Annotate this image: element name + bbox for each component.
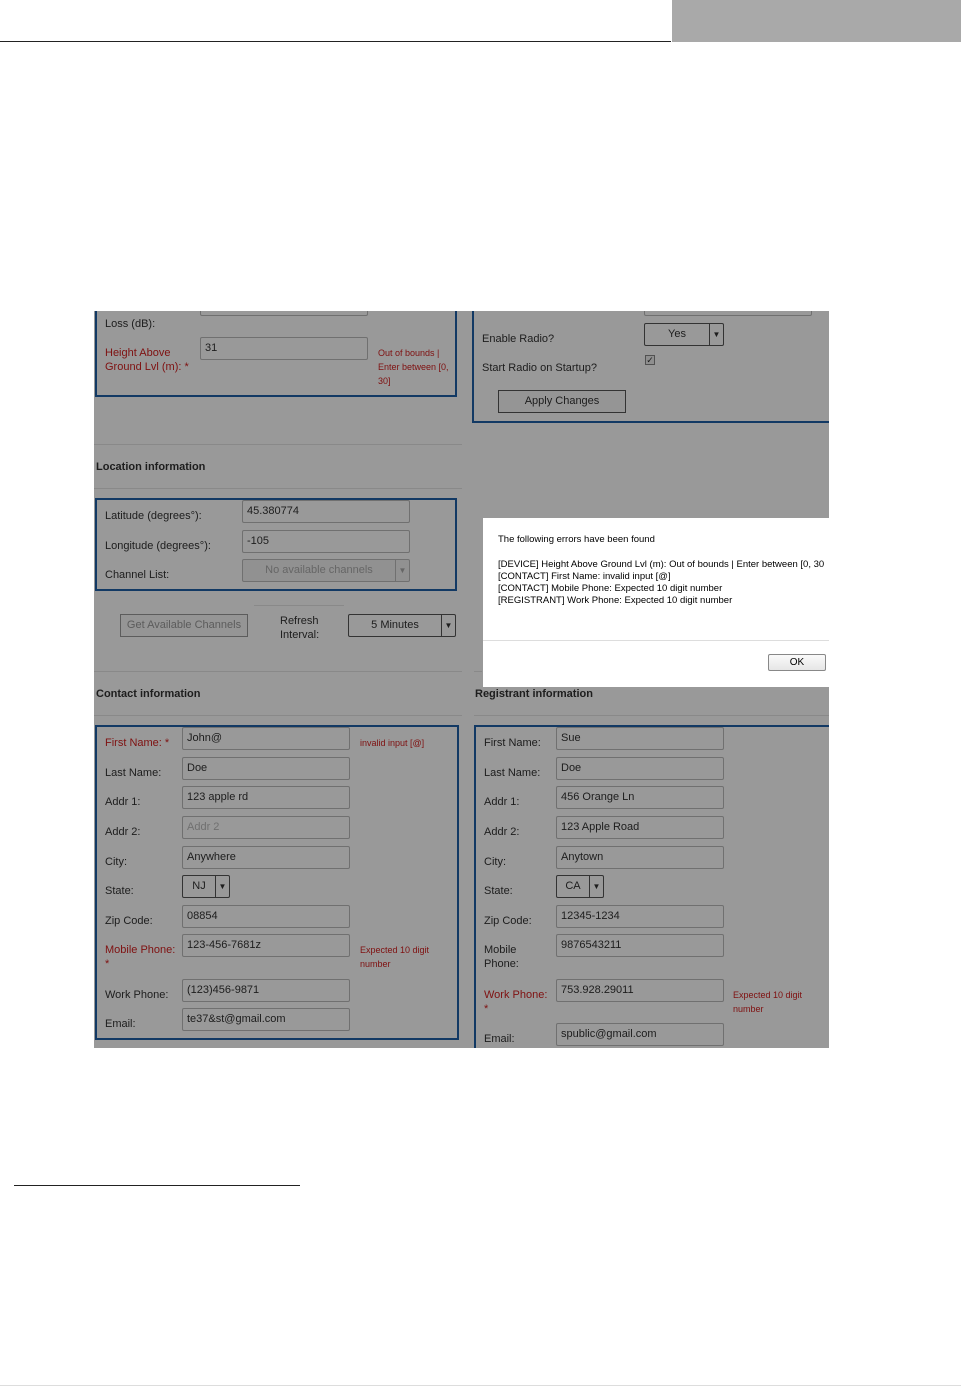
header-block (672, 0, 961, 42)
app-screenshot: Loss (dB): Height Above Ground Lvl (m): … (94, 311, 829, 1048)
page-bottom-rule (0, 1385, 961, 1386)
error-dialog-title: The following errors have been found (498, 534, 655, 545)
error-dialog-body: The following errors have been found [DE… (498, 534, 829, 607)
error-dialog-line: [DEVICE] Height Above Ground Lvl (m): Ou… (498, 559, 825, 570)
ok-button[interactable]: OK (768, 654, 826, 671)
error-dialog-footer: OK (483, 640, 829, 687)
header-rule (0, 41, 671, 42)
error-dialog-line: [CONTACT] Mobile Phone: Expected 10 digi… (498, 583, 723, 594)
footnote-rule (14, 1185, 300, 1186)
error-dialog-line: [CONTACT] First Name: invalid input [@] (498, 571, 671, 582)
error-dialog: The following errors have been found [DE… (482, 517, 829, 687)
error-dialog-line: [REGISTRANT] Work Phone: Expected 10 dig… (498, 595, 733, 606)
